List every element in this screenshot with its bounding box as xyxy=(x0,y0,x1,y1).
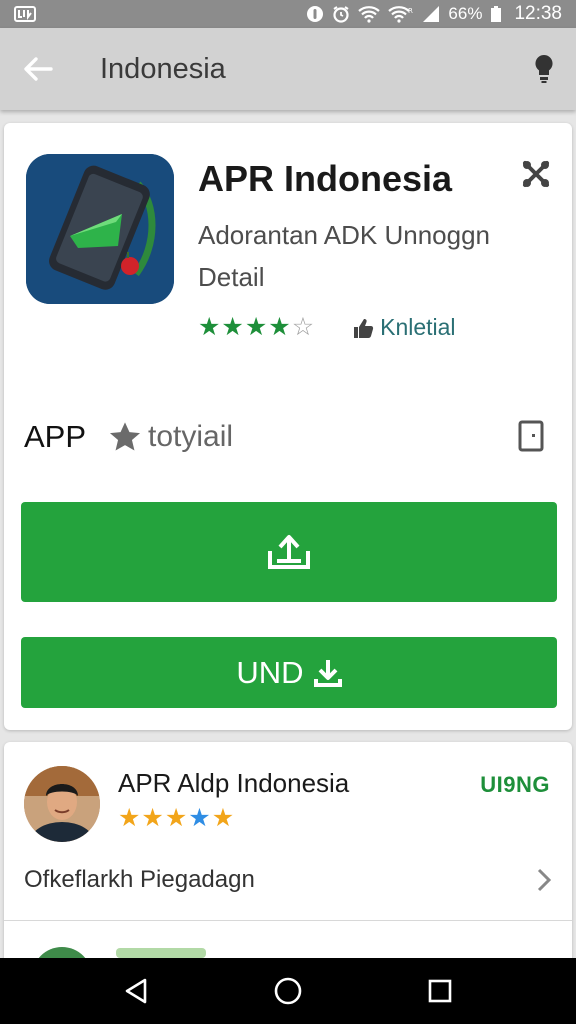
battery-icon xyxy=(491,6,502,22)
review-link-label: Ofkeflarkh Piegadagn xyxy=(24,866,255,893)
alarm-clock-icon xyxy=(333,6,350,23)
share-icon xyxy=(523,161,549,187)
star-icon: ★ xyxy=(268,313,291,341)
favorite-label: totyiail xyxy=(148,420,234,453)
notification-icons xyxy=(14,6,36,22)
status-bar: R 66% 12:38 xyxy=(0,0,576,28)
triangle-back-icon xyxy=(125,978,147,1004)
upload-icon xyxy=(268,535,310,569)
review-title: APR Aldp Indonesia xyxy=(118,768,350,798)
avatar[interactable] xyxy=(24,766,100,842)
nav-recents-button[interactable] xyxy=(410,961,470,1021)
star-icon: ★ xyxy=(211,804,235,832)
app-subtitle: Adorantan ADK Unnoggn Detail xyxy=(198,220,490,292)
star-outline-icon: ☆ xyxy=(291,313,315,341)
chevron-right-icon xyxy=(537,868,552,892)
favorite-button[interactable]: totyiail xyxy=(108,420,233,454)
review-badge: UI9NG xyxy=(480,772,550,797)
review-card: APR Aldp Indonesia UI9NG ★ ★ ★ ★ ★ Ofkef… xyxy=(4,742,572,982)
und-label: UND xyxy=(236,654,304,690)
back-button[interactable] xyxy=(0,28,76,110)
star-icon: ★ xyxy=(221,313,244,341)
clock: 12:38 xyxy=(514,3,562,24)
page-title: Indonesia xyxy=(100,52,226,85)
wifi-icon xyxy=(358,6,381,23)
square-recents-icon xyxy=(428,979,452,1003)
tablet-button[interactable] xyxy=(514,417,548,455)
nav-home-button[interactable] xyxy=(258,961,318,1021)
lightbulb-button[interactable] xyxy=(512,28,576,110)
app-details-card: APR Indonesia Adorantan ADK Unnoggn Deta… xyxy=(4,123,572,730)
arrow-left-icon xyxy=(24,57,53,81)
verified-label[interactable]: Knletial xyxy=(352,314,456,341)
upload-button[interactable] xyxy=(21,502,557,602)
notification-icon xyxy=(14,6,36,22)
star-icon: ★ xyxy=(164,804,188,832)
svg-text:R: R xyxy=(408,7,413,15)
star-icon: ★ xyxy=(118,804,141,832)
app-icon xyxy=(26,154,174,304)
app-category-label: APP xyxy=(24,419,87,454)
rating-row: ★ ★ ★ ★ ☆ Knletial xyxy=(198,314,456,341)
divider xyxy=(4,920,572,921)
star-icon: ★ xyxy=(188,804,211,832)
review-link[interactable]: Ofkeflarkh Piegadagn xyxy=(24,862,552,898)
und-download-button[interactable]: UND xyxy=(21,637,557,708)
star-icon: ★ xyxy=(244,313,268,341)
lightbulb-icon xyxy=(535,54,553,83)
alarm-off-icon xyxy=(307,6,324,22)
battery-percentage: 66% xyxy=(448,4,483,23)
thumbs-up-icon xyxy=(354,318,374,338)
app-title: APR Indonesia xyxy=(198,158,453,199)
circle-home-icon xyxy=(274,977,302,1005)
signal-icon xyxy=(423,6,440,22)
star-icon xyxy=(110,422,141,451)
tablet-icon xyxy=(518,420,544,452)
app-info-row: APP totyiail xyxy=(24,415,552,459)
nav-back-button[interactable] xyxy=(106,961,166,1021)
wifi-data-icon: R xyxy=(388,6,413,23)
star-icon: ★ xyxy=(141,804,164,832)
app-bar: Indonesia xyxy=(0,28,576,110)
system-status-icons: R 66% 12:38 xyxy=(306,3,562,25)
next-item-text xyxy=(116,948,206,958)
download-icon xyxy=(313,659,342,687)
share-button[interactable] xyxy=(518,156,554,192)
star-icon: ★ xyxy=(198,313,221,341)
rating-stars: ★ ★ ★ ★ ☆ xyxy=(198,315,314,340)
review-stars: ★ ★ ★ ★ ★ xyxy=(118,806,234,831)
navigation-bar xyxy=(0,958,576,1024)
